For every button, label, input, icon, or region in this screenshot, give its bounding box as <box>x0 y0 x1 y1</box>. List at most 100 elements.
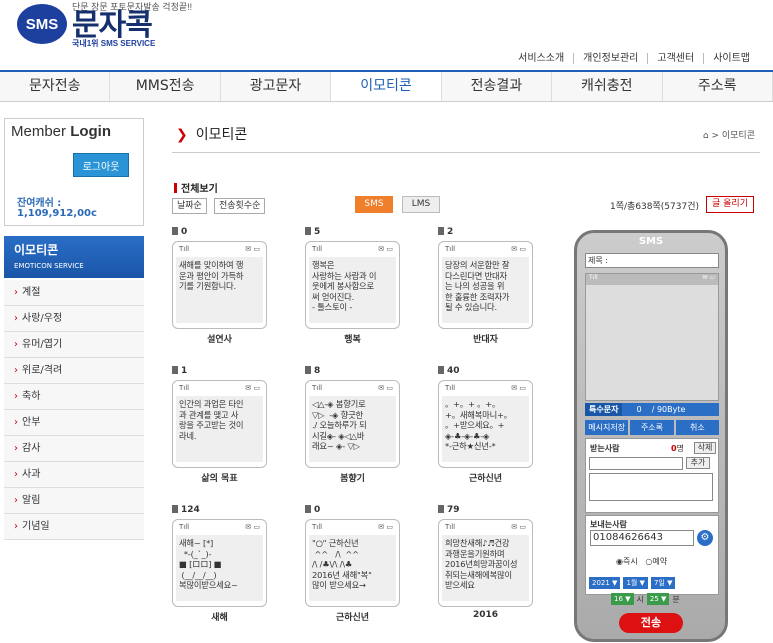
sort-date-button[interactable]: 날짜순 <box>172 198 207 214</box>
category-item[interactable]: › 기념일 <box>4 514 144 540</box>
category-item[interactable]: › 위로/격려 <box>4 358 144 384</box>
emoticon-card[interactable]: 5 Tıll ✉ ▭ 행복은 사랑하는 사람과 이 웃에게 봉사함으로 써 얻어진… <box>305 227 425 345</box>
delete-recipient-button[interactable]: 삭제 <box>694 442 716 454</box>
card-phone: Tıll ✉ ▭ ◁△-◈ 봄향기로 ▽▷ -◈ 향긋한 ./ 오늘하루가 되 시… <box>305 380 400 468</box>
page-title: ❯ 이모티콘 <box>176 127 248 143</box>
balance-label: 잔여캐쉬 : <box>17 198 62 209</box>
category-item[interactable]: › 알림 <box>4 488 144 514</box>
document-icon <box>438 227 444 235</box>
minute-unit: 분 <box>672 594 680 604</box>
address-book-button[interactable]: 주소록 <box>630 420 674 435</box>
nav-item-emoticon[interactable]: 이모티콘 <box>331 72 442 101</box>
document-icon <box>172 505 178 513</box>
emoticon-card[interactable]: 1 Tıll ✉ ▭ 인간의 과업은 타인 과 관계를 맺고 사 랑을 주고받는 … <box>172 366 292 484</box>
card-label: 행복 <box>344 335 361 345</box>
special-char-button[interactable]: 특수문자 <box>585 403 623 416</box>
nav-item-mms[interactable]: MMS전송 <box>110 72 221 101</box>
sender-label: 보내는사람 <box>590 520 627 529</box>
emoticon-card[interactable]: 40 Tıll ✉ ▭ 。+。+ 。+。 +。새해복마니+。 。+받으세요。+ ◈… <box>438 366 558 484</box>
composer-actions: 메시지저장 주소록 취소 <box>585 420 719 435</box>
recipient-list[interactable] <box>589 473 713 501</box>
card-label: 반대자 <box>473 335 498 345</box>
top-link-support[interactable]: 고객센터 <box>647 53 703 64</box>
upload-button[interactable]: 글 올리기 <box>706 196 754 213</box>
card-count: 8 <box>305 366 425 378</box>
emoticon-card[interactable]: 79 Tıll ✉ ▭ 희망찬새해♪♬건강 과행운을기원하며 2016년희망과꿈이… <box>438 505 558 620</box>
document-icon <box>305 505 311 513</box>
top-link-sitemap[interactable]: 사이트맵 <box>703 53 759 64</box>
nav-item-ad[interactable]: 광고문자 <box>221 72 332 101</box>
card-phone: Tıll ✉ ▭ 인간의 과업은 타인 과 관계를 맺고 사 랑을 주고받는 것이… <box>172 380 267 468</box>
gear-icon[interactable]: ⚙ <box>697 530 713 546</box>
category-item[interactable]: › 감사 <box>4 436 144 462</box>
time-row: 16 ▼ 시 25 ▼ 분 <box>611 593 680 605</box>
recipient-box: 받는사람 0명 삭제 추가 <box>585 438 719 513</box>
subject-input[interactable]: 제목 : <box>585 253 719 268</box>
radio-now[interactable]: ◉즉시 <box>616 557 638 566</box>
month-select[interactable]: 1월 ▼ <box>623 577 648 589</box>
card-phone: Tıll ✉ ▭ 당장의 서운함만 잘 다스린다면 반대자 는 나의 성공을 위 … <box>438 241 533 329</box>
chevron-right-icon: ❯ <box>176 127 188 143</box>
card-label: 삶의 목표 <box>201 474 238 484</box>
category-item[interactable]: › 유머/엽기 <box>4 332 144 358</box>
card-status-bar: Tıll ✉ ▭ <box>312 245 393 253</box>
category-item[interactable]: › 계절 <box>4 280 144 306</box>
emoticon-card[interactable]: 8 Tıll ✉ ▭ ◁△-◈ 봄향기로 ▽▷ -◈ 향긋한 ./ 오늘하루가 되… <box>305 366 425 484</box>
year-select[interactable]: 2021 ▼ <box>589 577 621 589</box>
logout-button[interactable]: 로그아웃 <box>73 153 129 177</box>
category-item[interactable]: › 축하 <box>4 384 144 410</box>
category-item[interactable]: › 사과 <box>4 462 144 488</box>
card-status-bar: Tıll ✉ ▭ <box>445 245 526 253</box>
card-phone: Tıll ✉ ▭ 새해~ [*] *-(_`_)- ■ [ロロ] ■ (__/__… <box>172 519 267 607</box>
recipient-count: 0명 <box>671 444 684 453</box>
card-label: 근하신년 <box>468 474 503 484</box>
add-recipient-button[interactable]: 추가 <box>686 457 710 469</box>
sender-number-input[interactable]: 01084626643 <box>590 530 694 546</box>
nav-item-cash[interactable]: 캐쉬충전 <box>552 72 663 101</box>
phone-status-bar: Tıll ✉ ▭ <box>586 274 718 285</box>
category-item[interactable]: › 안부 <box>4 410 144 436</box>
cancel-button[interactable]: 취소 <box>675 420 719 435</box>
card-count: 0 <box>172 227 292 239</box>
category-subtitle: EMOTICON SERVICE <box>14 262 84 270</box>
top-link-service[interactable]: 서비스소개 <box>509 53 573 64</box>
card-status-bar: Tıll ✉ ▭ <box>445 523 526 531</box>
nav-item-address[interactable]: 주소록 <box>663 72 773 101</box>
card-phone: Tıll ✉ ▭ "○" 근하신년 ^^ /\ ^^ /\ /♣\/\ /\♣ 2… <box>305 519 400 607</box>
category-title: 이모티콘 <box>14 243 59 257</box>
emoticon-card[interactable]: 0 Tıll ✉ ▭ 새해를 맞이하여 행 운과 평안이 가득하 기를 기원합니다… <box>172 227 292 345</box>
char-counter: 특수문자 0 / 90Byte <box>585 403 719 416</box>
category-item[interactable]: › 사랑/우정 <box>4 306 144 332</box>
card-count: 124 <box>172 505 292 517</box>
nav-item-send[interactable]: 문자전송 <box>0 72 111 101</box>
card-message: 새해~ [*] *-(_`_)- ■ [ロロ] ■ (__/__/__) 복많이… <box>176 535 263 601</box>
divider <box>172 152 760 153</box>
card-count: 79 <box>438 505 558 517</box>
login-title: Member Login <box>11 123 112 140</box>
document-icon <box>305 366 311 374</box>
card-status-bar: Tıll ✉ ▭ <box>445 384 526 392</box>
hour-select[interactable]: 16 ▼ <box>611 593 634 605</box>
emoticon-card[interactable]: 0 Tıll ✉ ▭ "○" 근하신년 ^^ /\ ^^ /\ /♣\/\ /\♣… <box>305 505 425 623</box>
type-lms-button[interactable]: LMS <box>402 196 440 213</box>
day-select[interactable]: 7일 ▼ <box>650 577 676 589</box>
logo-badge[interactable]: SMS <box>17 4 67 44</box>
minute-select[interactable]: 25 ▼ <box>646 593 670 605</box>
sms-composer-phone: SMS 제목 : Tıll ✉ ▭ 특수문자 0 / 90Byte 메시지저장 주… <box>574 230 728 642</box>
radio-reserve[interactable]: ○예약 <box>645 557 667 566</box>
send-button[interactable]: 전송 <box>619 613 683 633</box>
card-label: 설연사 <box>207 335 232 345</box>
type-sms-button[interactable]: SMS <box>355 196 393 213</box>
emoticon-card[interactable]: 2 Tıll ✉ ▭ 당장의 서운함만 잘 다스린다면 반대자 는 나의 성공을 … <box>438 227 558 345</box>
sort-count-button[interactable]: 전송횟수순 <box>214 198 266 214</box>
message-textarea[interactable]: Tıll ✉ ▭ <box>585 273 719 401</box>
save-message-button[interactable]: 메시지저장 <box>585 420 629 435</box>
card-message: 인간의 과업은 타인 과 관계를 맺고 사 랑을 주고받는 것이 라네. <box>176 396 263 462</box>
nav-item-result[interactable]: 전송결과 <box>442 72 553 101</box>
emoticon-card[interactable]: 124 Tıll ✉ ▭ 새해~ [*] *-(_`_)- ■ [ロロ] ■ (_… <box>172 505 292 623</box>
card-label: 새해 <box>211 613 228 623</box>
top-link-privacy[interactable]: 개인정보관리 <box>573 53 647 64</box>
card-label: 근하신년 <box>335 613 370 623</box>
card-status-bar: Tıll ✉ ▭ <box>312 384 393 392</box>
recipient-input[interactable] <box>589 457 683 470</box>
